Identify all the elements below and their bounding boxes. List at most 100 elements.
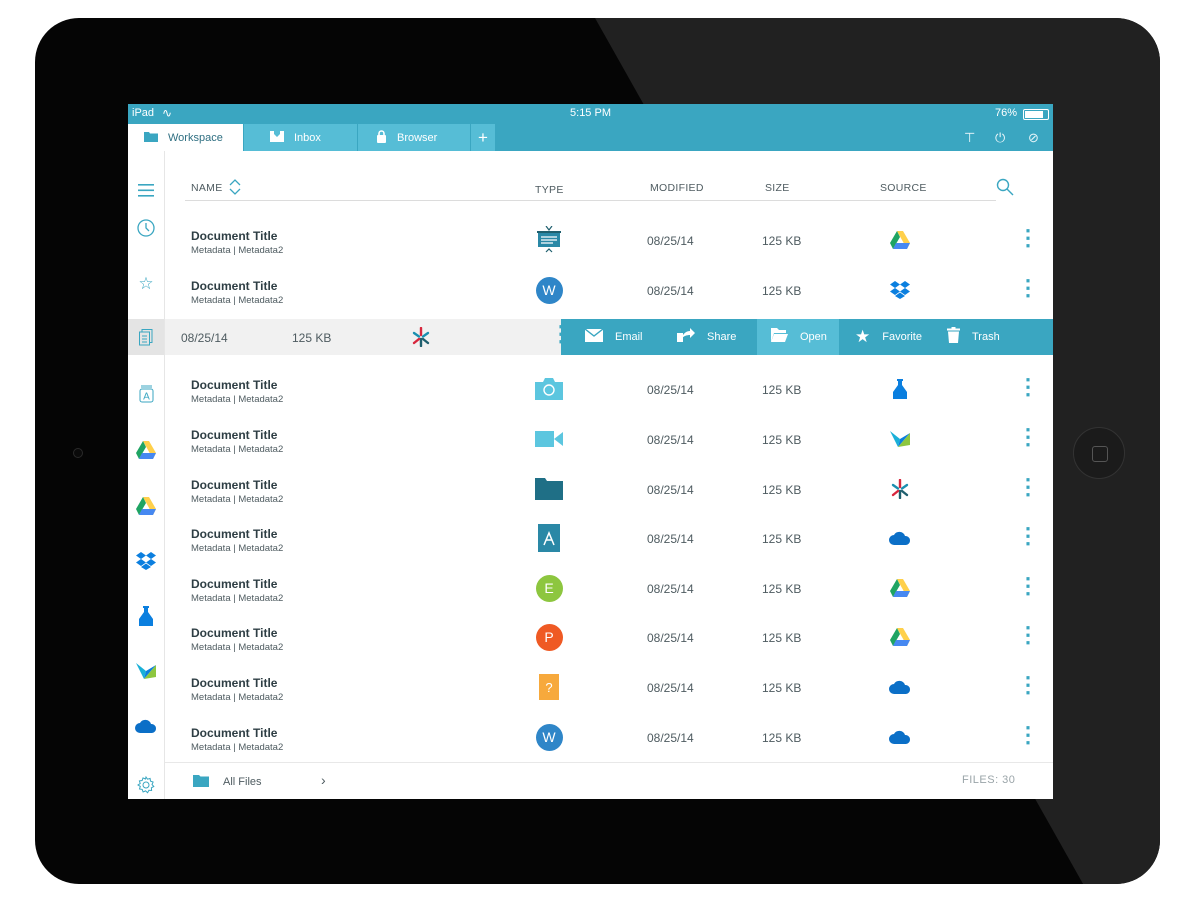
size-cell: 125 KB	[762, 383, 802, 397]
more-icon[interactable]: ⋮	[1017, 720, 1039, 750]
size-cell: 125 KB	[292, 331, 332, 345]
all-files-link[interactable]: All Files	[223, 776, 262, 788]
spreadsheet-file-icon: E	[535, 574, 563, 602]
action-label: Trash	[972, 331, 1000, 343]
file-row[interactable]: Document Title Metadata | Metadata2 08/25/…	[165, 463, 1053, 513]
power-icon[interactable]: ⏻	[995, 130, 1005, 146]
home-button[interactable]	[1073, 427, 1125, 479]
onedrive-icon	[887, 726, 913, 748]
trash-icon	[947, 327, 960, 347]
email-action-button[interactable]: Email	[584, 319, 643, 355]
modified-cell: 08/25/14	[647, 483, 694, 497]
more-icon[interactable]: ⋮	[1017, 620, 1039, 650]
document-title: Document Title	[191, 378, 278, 392]
documents-icon[interactable]	[128, 319, 164, 355]
sharepoint-icon	[887, 478, 913, 500]
star-icon: ★	[855, 327, 871, 346]
document-metadata: Metadata | Metadata2	[191, 394, 284, 405]
open-folder-icon	[770, 328, 788, 346]
clock-icon[interactable]	[128, 214, 164, 242]
more-icon[interactable]: ⋮	[1017, 571, 1039, 601]
size-cell: 125 KB	[762, 234, 802, 248]
more-icon[interactable]: ⋮	[1017, 223, 1039, 253]
onedrive-icon	[887, 676, 913, 698]
star-icon[interactable]: ☆	[128, 270, 164, 298]
more-icon[interactable]: ⋮	[1017, 521, 1039, 551]
tab-inbox[interactable]: Inbox	[244, 124, 357, 151]
trash-action-button[interactable]: Trash	[947, 319, 1000, 355]
file-row[interactable]: Document Title Metadata | Metadata2 08/25/…	[165, 363, 1053, 413]
file-row[interactable]: Document Title Metadata | Metadata2 08/25/…	[165, 512, 1053, 562]
more-icon[interactable]: ⋮	[1017, 372, 1039, 402]
column-header-name[interactable]: NAME	[191, 182, 223, 194]
share-icon	[677, 328, 695, 346]
tab-bar: Workspace Inbox Browser + ⊤ ⏻ ⊘	[128, 124, 1053, 151]
chevron-right-icon[interactable]: ›	[321, 772, 326, 788]
tab-browser[interactable]: Browser	[358, 124, 470, 151]
file-row[interactable]: Document Title Metadata | Metadata2 08/25/…	[165, 214, 1053, 264]
box-icon[interactable]	[128, 602, 164, 630]
word-file-icon: W	[535, 723, 563, 751]
file-row[interactable]: Document Title Metadata | Metadata2 08/25/…	[165, 413, 1053, 463]
screen: iPad ∿ 5:15 PM 76% Workspace Inbox Brows…	[128, 104, 1053, 799]
document-metadata: Metadata | Metadata2	[191, 245, 284, 256]
favorite-action-button[interactable]: ★ Favorite	[855, 319, 922, 355]
clock-label: 5:15 PM	[570, 107, 611, 119]
settings-icon[interactable]	[128, 771, 164, 799]
open-action-button[interactable]: Open	[770, 319, 827, 355]
more-icon[interactable]: ⋮	[1017, 472, 1039, 502]
divider	[185, 200, 996, 201]
more-icon[interactable]: ⋮	[1017, 670, 1039, 700]
file-row[interactable]: Document Title Metadata | Metadata2 E 08/25…	[165, 562, 1053, 612]
modified-cell: 08/25/14	[647, 234, 694, 248]
camera	[73, 448, 83, 458]
divider	[165, 762, 1053, 763]
app-store-icon[interactable]: A	[128, 380, 164, 408]
more-icon[interactable]: ⋮	[1017, 422, 1039, 452]
column-header-modified[interactable]: MODIFIED	[650, 182, 704, 194]
cloud-service-icon[interactable]	[128, 657, 164, 685]
google-drive-icon[interactable]	[128, 492, 164, 520]
document-metadata: Metadata | Metadata2	[191, 593, 284, 604]
document-title: Document Title	[191, 279, 278, 293]
onedrive-icon[interactable]	[128, 712, 164, 740]
tab-label: Inbox	[294, 131, 321, 144]
pin-icon[interactable]: ⊤	[964, 130, 975, 146]
file-row[interactable]: Document Title Metadata | Metadata2? 08/25…	[165, 661, 1053, 711]
modified-cell: 08/25/14	[647, 731, 694, 745]
google-drive-icon	[887, 626, 913, 648]
dropbox-icon[interactable]	[128, 547, 164, 575]
timer-icon[interactable]: ⊘	[1028, 130, 1039, 146]
modified-cell: 08/25/14	[647, 631, 694, 645]
document-title: Document Title	[191, 577, 278, 591]
file-row[interactable]: Document Title Metadata | Metadata2 W 08/25…	[165, 711, 1053, 761]
tab-workspace[interactable]: Workspace	[128, 124, 243, 151]
size-cell: 125 KB	[762, 731, 802, 745]
size-cell: 125 KB	[762, 681, 802, 695]
battery-icon	[1023, 109, 1049, 120]
folder-icon	[144, 131, 158, 145]
modified-cell: 08/25/14	[647, 532, 694, 546]
file-row[interactable]: Document Title Metadata | Metadata2 W 08/25…	[165, 264, 1053, 314]
modified-cell: 08/25/14	[647, 433, 694, 447]
menu-icon[interactable]	[128, 176, 164, 204]
share-action-button[interactable]: Share	[677, 319, 736, 355]
lock-icon	[376, 129, 387, 146]
document-metadata: Metadata | Metadata2	[191, 444, 284, 455]
mail-icon	[584, 327, 604, 346]
selected-row[interactable]: 08/25/14 125 KB ⋮ Email Share	[165, 319, 1053, 355]
search-icon[interactable]	[996, 178, 1014, 201]
cloud-service-icon	[887, 428, 913, 450]
google-drive-icon[interactable]	[128, 436, 164, 464]
add-tab-button[interactable]: +	[471, 124, 495, 151]
file-row[interactable]: Document Title Metadata | Metadata2 P 08/25…	[165, 611, 1053, 661]
sort-icon[interactable]	[229, 179, 241, 198]
column-header-size[interactable]: SIZE	[765, 182, 790, 194]
more-icon[interactable]: ⋮	[1017, 273, 1039, 303]
document-title: Document Title	[191, 726, 278, 740]
onedrive-icon	[887, 527, 913, 549]
action-label: Favorite	[882, 331, 922, 343]
folder-file-icon	[535, 475, 563, 503]
modified-cell: 08/25/14	[647, 383, 694, 397]
column-header-source[interactable]: SOURCE	[880, 182, 927, 194]
